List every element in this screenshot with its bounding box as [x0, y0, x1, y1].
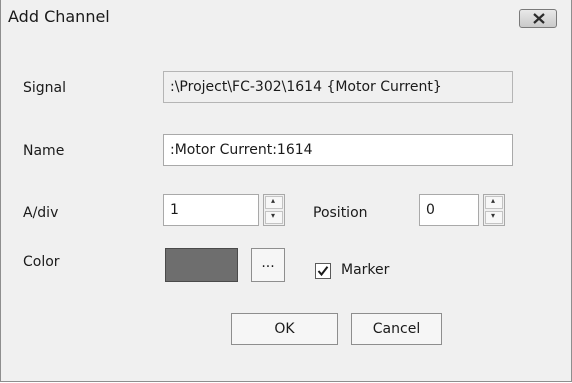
name-input[interactable]: :Motor Current:1614 — [163, 134, 513, 166]
position-input[interactable]: 0 — [419, 194, 479, 226]
cancel-button[interactable]: Cancel — [351, 313, 442, 345]
name-label: Name — [23, 143, 65, 159]
arrow-up-icon: ▴ — [271, 196, 276, 205]
add-channel-dialog: Add Channel Signal :\Project\FC-302\1614… — [0, 0, 572, 382]
position-spin-up-button[interactable]: ▴ — [485, 196, 503, 209]
adiv-spin-down-button[interactable]: ▾ — [265, 211, 283, 224]
color-swatch[interactable] — [165, 248, 238, 282]
position-spinner: ▴ ▾ — [483, 194, 505, 226]
adiv-label: A/div — [23, 205, 59, 221]
close-icon — [533, 13, 545, 24]
marker-checkbox[interactable] — [315, 263, 331, 279]
marker-label: Marker — [341, 262, 390, 278]
color-picker-button[interactable]: ... — [251, 248, 285, 282]
adiv-spin-up-button[interactable]: ▴ — [265, 196, 283, 209]
dialog-title: Add Channel — [8, 7, 110, 26]
close-button[interactable] — [519, 9, 557, 28]
position-label: Position — [313, 205, 368, 221]
adiv-spinner: ▴ ▾ — [263, 194, 285, 226]
arrow-down-icon: ▾ — [271, 211, 276, 220]
adiv-input[interactable]: 1 — [163, 194, 259, 226]
signal-field: :\Project\FC-302\1614 {Motor Current} — [163, 71, 513, 103]
ok-button[interactable]: OK — [231, 313, 338, 345]
checkmark-icon — [317, 266, 329, 277]
arrow-down-icon: ▾ — [491, 211, 496, 220]
position-spin-down-button[interactable]: ▾ — [485, 211, 503, 224]
signal-label: Signal — [23, 80, 67, 96]
title-bar: Add Channel — [1, 0, 571, 38]
arrow-up-icon: ▴ — [491, 196, 496, 205]
color-label: Color — [23, 254, 60, 270]
